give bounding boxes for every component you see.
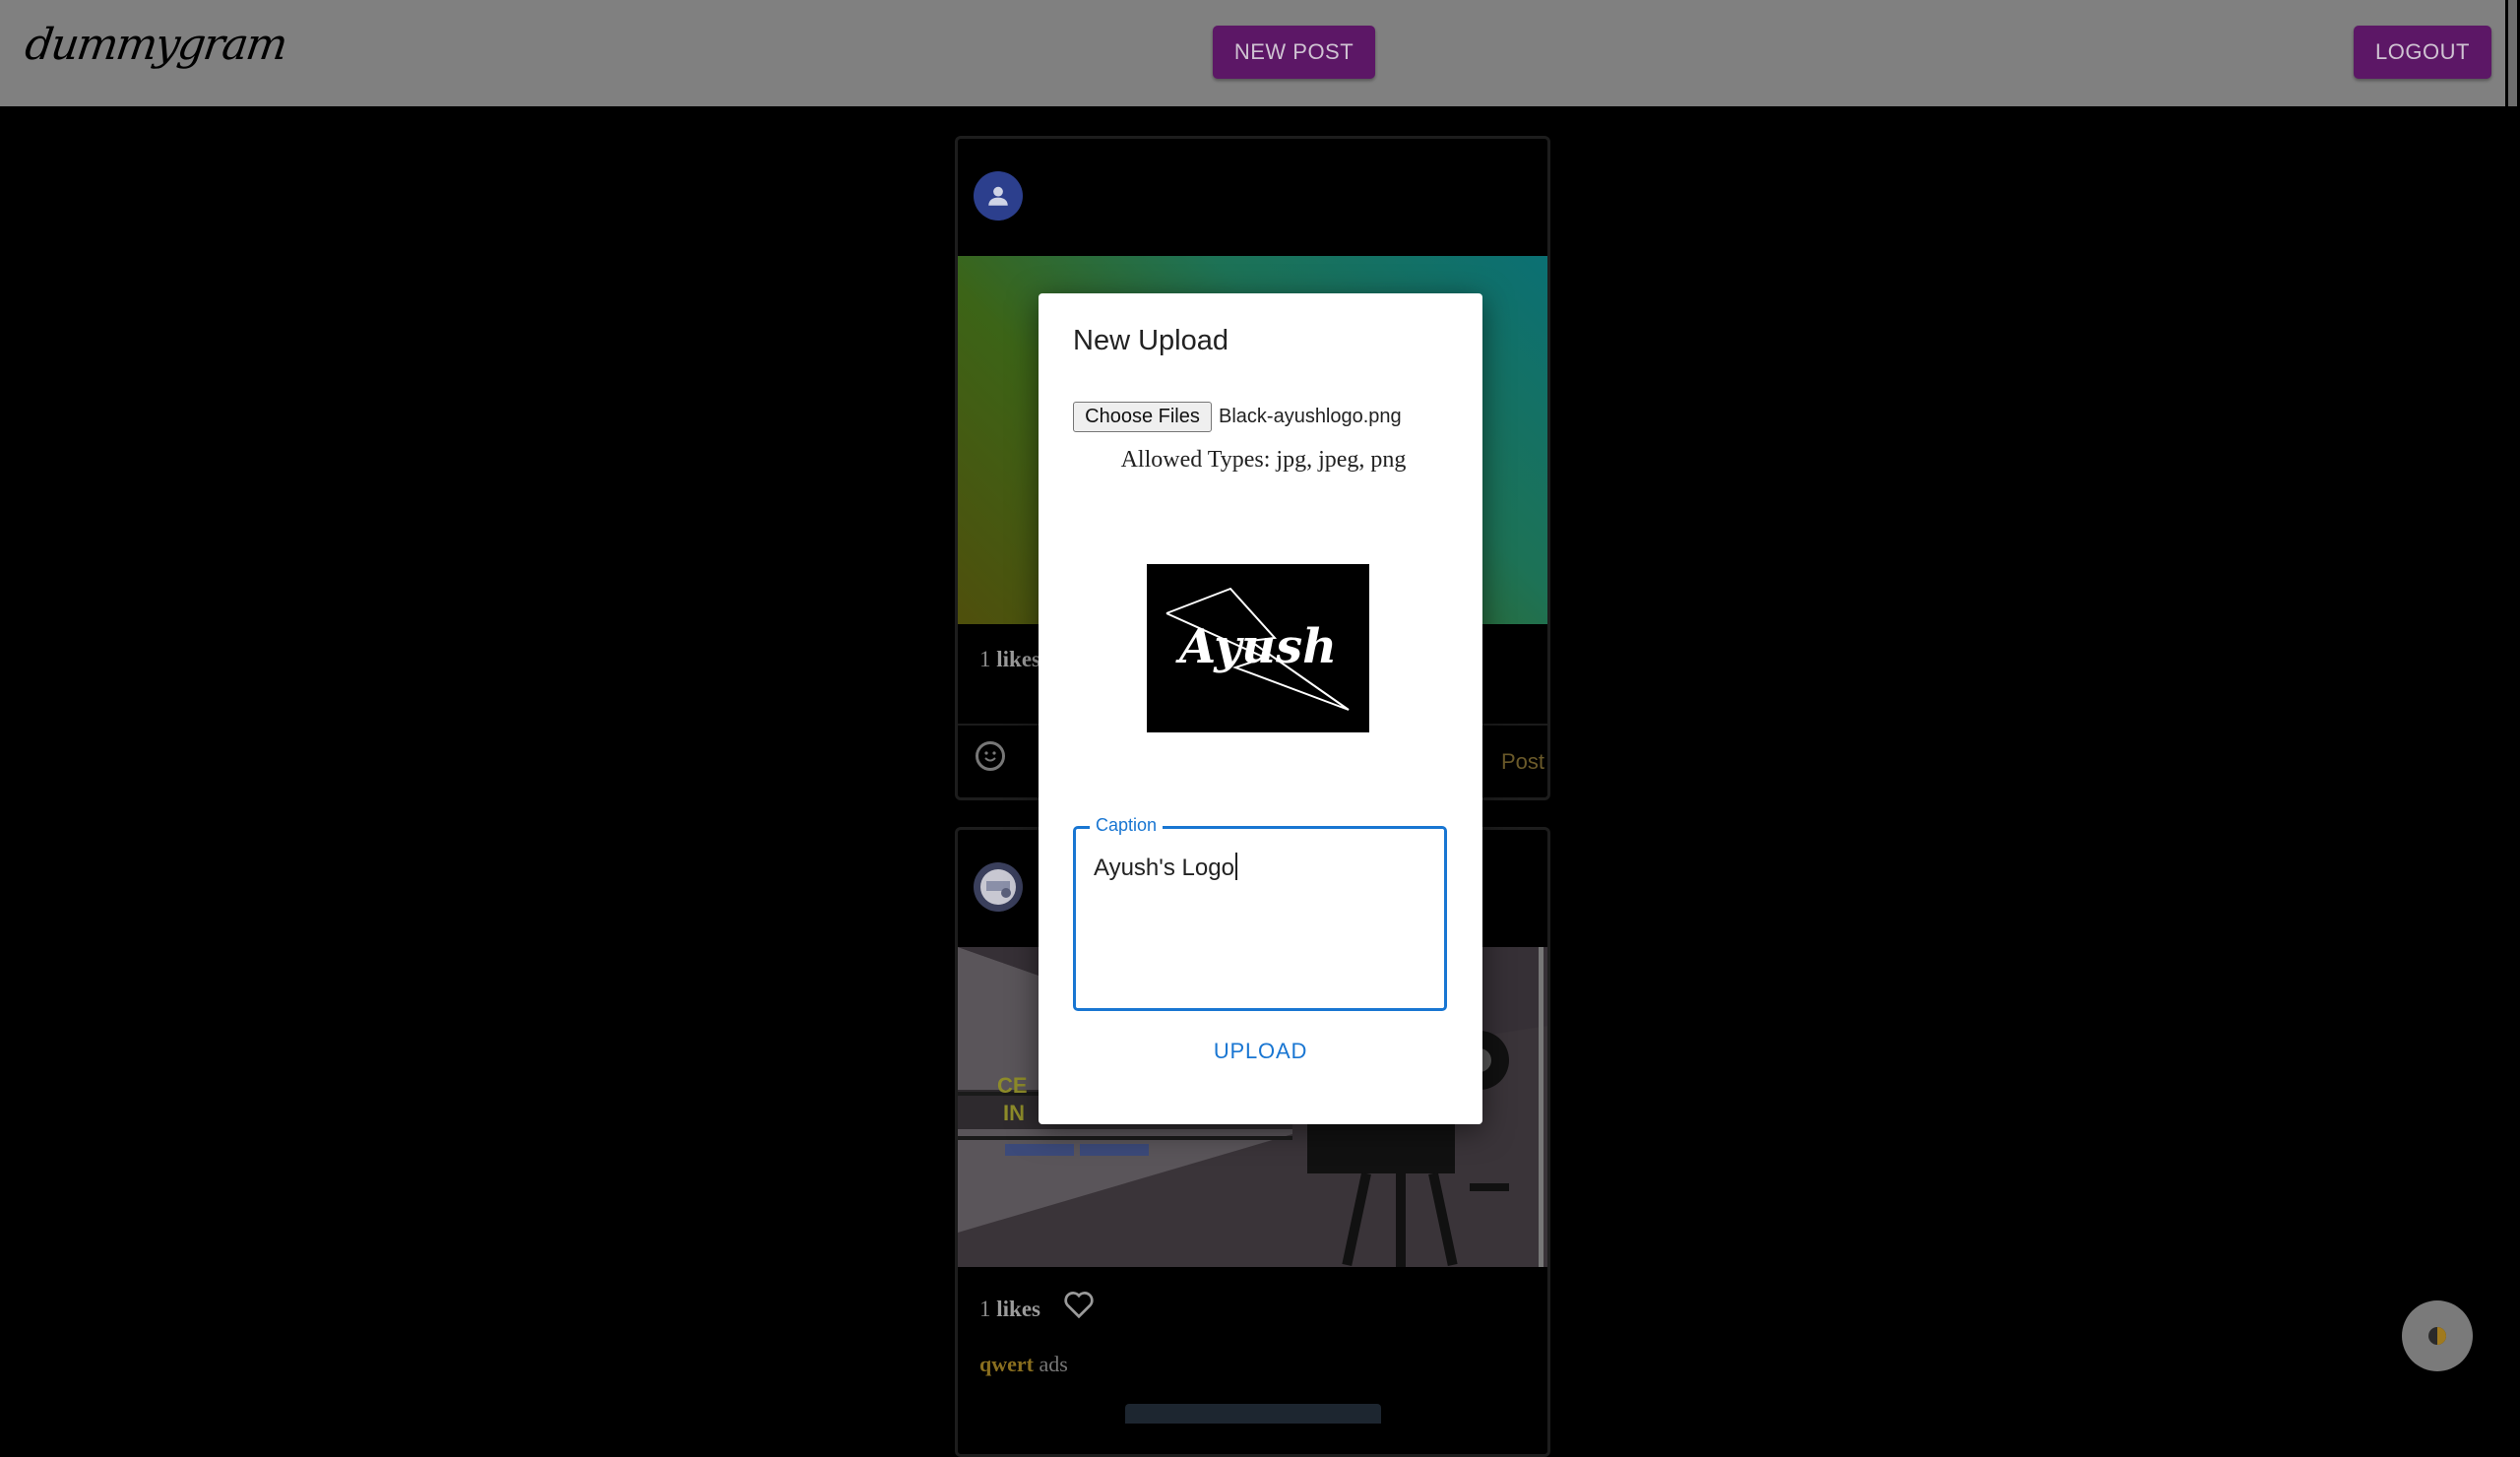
allowed-types-note: Allowed Types: jpg, jpeg, png — [1120, 447, 1407, 473]
svg-text:CE: CE — [997, 1073, 1028, 1098]
avatar[interactable] — [974, 171, 1023, 221]
smiley-icon[interactable] — [976, 741, 1005, 771]
caption-label: Caption — [1090, 815, 1164, 836]
dialog-title: New Upload — [1073, 325, 1228, 356]
preview-logo-text: Ayush — [1175, 619, 1337, 674]
likes-count: 1 likes — [979, 647, 1040, 671]
app-logo[interactable]: dummygram — [22, 20, 288, 70]
logo-preview-graphic: Ayush — [1147, 564, 1369, 732]
logout-button[interactable]: LOGOUT — [2354, 26, 2491, 79]
person-icon — [988, 186, 1008, 206]
likes-count: 1 likes — [979, 1297, 1040, 1321]
comment-input-strip — [1125, 1404, 1381, 1424]
avatar[interactable] — [974, 862, 1023, 912]
text-caret — [1234, 853, 1237, 880]
top-navbar: dummygram NEW POST LOGOUT — [0, 0, 2505, 106]
selected-file-name: Black-ayushlogo.png — [1219, 406, 1402, 427]
caption-input[interactable]: Ayush's Logo — [1094, 853, 1237, 882]
theme-toggle-button[interactable] — [2402, 1300, 2473, 1371]
svg-text:IN: IN — [1003, 1101, 1025, 1125]
avatar-image-icon — [980, 869, 1016, 905]
comment-text: ads — [1039, 1352, 1068, 1376]
heart-icon[interactable] — [1062, 1290, 1096, 1319]
scrollbar-thumb[interactable] — [2508, 0, 2517, 106]
post-comment-button[interactable]: Post — [1501, 749, 1544, 775]
upload-button[interactable]: UPLOAD — [1039, 1039, 1482, 1064]
choose-files-button[interactable]: Choose Files — [1073, 402, 1212, 432]
comment-username[interactable]: qwert — [979, 1352, 1034, 1376]
page-scrollbar[interactable] — [2505, 0, 2520, 1418]
image-preview: Ayush — [1147, 564, 1369, 732]
half-circle-icon — [2428, 1327, 2446, 1345]
new-upload-dialog: New Upload Choose Files Black-ayushlogo.… — [1039, 293, 1482, 1124]
caption-field[interactable]: Caption Ayush's Logo — [1073, 815, 1447, 1011]
comment: qwert ads — [979, 1352, 1068, 1377]
new-post-button[interactable]: NEW POST — [1213, 26, 1375, 79]
